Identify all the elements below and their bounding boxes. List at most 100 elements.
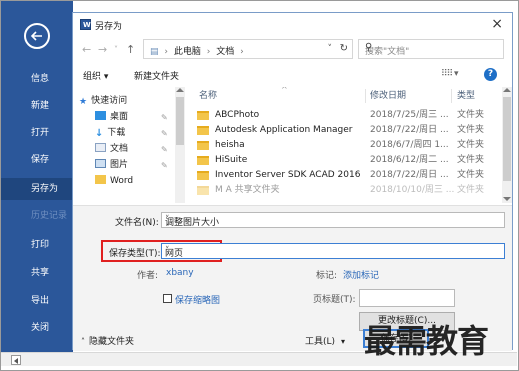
file-row[interactable]: HiSuite 2018/6/12/周二 ... 文件夹 — [189, 153, 502, 168]
tree-item-word[interactable]: Word — [95, 173, 185, 189]
filetype-select[interactable]: 网页 ˅ — [161, 243, 505, 259]
chevron-down-icon[interactable]: ˅ — [165, 215, 501, 225]
nav-save[interactable]: 保存 — [1, 149, 73, 171]
address-bar[interactable]: ▤ › 此电脑 › 文档 › ˅ ↻ — [143, 39, 353, 59]
help-icon[interactable]: ? — [484, 68, 497, 81]
organize-button[interactable]: 组织 ▾ — [83, 69, 108, 82]
file-date: 2018/6/7/周四 1... — [370, 140, 449, 150]
filename-field[interactable]: 调整图片大小 ˅ — [161, 212, 505, 228]
folder-icon — [197, 186, 209, 195]
file-name: M A 共享文件夹 — [215, 185, 280, 195]
tools-menu-button[interactable]: 工具(L) ▾ — [305, 334, 345, 347]
chevron-down-icon: ▾ — [341, 337, 346, 346]
nav-print[interactable]: 打印 — [1, 234, 73, 256]
scroll-up-icon[interactable] — [503, 88, 511, 92]
file-row[interactable]: M A 共享文件夹 2018/10/10/周三 ... 文件夹 — [189, 183, 502, 198]
address-dropdown-icon[interactable]: ˅ — [328, 44, 333, 54]
file-date: 2018/6/12/周二 ... — [370, 155, 449, 165]
tree-item-desktop[interactable]: 桌面 — [95, 109, 185, 125]
file-name: heisha — [215, 140, 245, 150]
file-type: 文件夹 — [457, 170, 485, 180]
breadcrumb-documents[interactable]: 文档 — [216, 47, 234, 57]
close-icon[interactable]: × — [491, 16, 503, 32]
breadcrumb-this-pc[interactable]: 此电脑 — [174, 47, 201, 57]
breadcrumb-separator-icon: › — [206, 47, 211, 57]
forward-nav-icon[interactable]: → — [98, 43, 107, 56]
folder-icon — [197, 156, 209, 165]
nav-open[interactable]: 打开 — [1, 122, 73, 144]
nav-close[interactable]: 关闭 — [1, 317, 73, 339]
sort-ascending-icon: ^ — [281, 87, 288, 94]
filename-label: 文件名(N): — [115, 218, 159, 228]
pin-icon[interactable]: ✎ — [161, 145, 168, 154]
file-date: 2018/7/22/周日 ... — [370, 170, 449, 180]
column-divider[interactable] — [365, 89, 366, 103]
scrollbar-thumb[interactable] — [176, 97, 184, 145]
file-name: HiSuite — [215, 155, 248, 165]
scroll-left-icon[interactable] — [11, 355, 21, 365]
file-type: 文件夹 — [457, 110, 485, 120]
tree-item-label: 下载 — [107, 128, 126, 138]
desktop-icon — [95, 111, 106, 120]
file-row[interactable]: Inventor Server SDK ACAD 2016 2018/7/22/… — [189, 168, 502, 183]
chevron-up-icon: ˄ — [81, 337, 85, 346]
filetype-label: 保存类型(T): — [109, 249, 161, 259]
nav-vertical-scrollbar[interactable] — [175, 87, 185, 203]
file-vertical-scrollbar[interactable] — [502, 87, 512, 203]
recent-dropdown-icon[interactable]: ˅ — [114, 45, 118, 54]
nav-share[interactable]: 共享 — [1, 262, 73, 284]
back-arrow-icon — [30, 31, 42, 41]
pin-icon[interactable]: ✎ — [161, 161, 168, 170]
nav-export[interactable]: 导出 — [1, 290, 73, 312]
tree-item-downloads[interactable]: ↓ 下载 — [95, 125, 185, 141]
dialog-titlebar: W 另存为 × — [73, 13, 512, 37]
tree-item-documents[interactable]: 文档 — [95, 141, 185, 157]
file-list: ^ 名称 修改日期 类型 ABCPhoto 2018/7/25/周三 ... 文… — [189, 87, 502, 203]
author-value[interactable]: xbany — [166, 268, 194, 278]
scroll-down-icon[interactable] — [503, 197, 511, 201]
tree-item-label: Word — [110, 176, 134, 186]
up-nav-icon[interactable]: ↑ — [126, 43, 135, 56]
column-header-date[interactable]: 修改日期 — [370, 87, 406, 105]
folder-icon — [197, 171, 209, 180]
nav-history[interactable]: 历史记录 — [1, 205, 73, 227]
back-nav-icon[interactable]: ← — [82, 43, 91, 56]
new-folder-button[interactable]: 新建文件夹 — [134, 69, 179, 82]
refresh-icon[interactable]: ↻ — [340, 43, 348, 54]
backstage-sidebar: 信息 新建 打开 保存 另存为 历史记录 打印 共享 导出 关闭 — [1, 1, 73, 352]
thumbnail-checkbox[interactable] — [163, 294, 172, 303]
file-row[interactable]: Autodesk Application Manager 2018/7/22/周… — [189, 123, 502, 138]
nav-info[interactable]: 信息 — [1, 68, 73, 90]
tree-item-label: 文档 — [110, 144, 129, 154]
tree-item-label: 图片 — [110, 160, 129, 170]
pin-icon[interactable]: ✎ — [161, 113, 168, 122]
watermark-logo: 最需教育 — [364, 322, 489, 360]
tree-item-quick-access[interactable]: ★ 快速访问 — [79, 93, 185, 109]
star-icon: ★ — [79, 97, 88, 107]
file-name: ABCPhoto — [215, 110, 260, 120]
scrollbar-thumb[interactable] — [503, 97, 511, 181]
view-options-icon[interactable]: ⠿⠿ ▾ — [441, 69, 459, 79]
column-header-name[interactable]: 名称 — [199, 87, 217, 105]
search-input[interactable]: 搜索"文档" ⚲ — [358, 39, 504, 59]
file-row[interactable]: heisha 2018/6/7/周四 1... 文件夹 — [189, 138, 502, 153]
file-row[interactable]: ABCPhoto 2018/7/25/周三 ... 文件夹 — [189, 108, 502, 123]
tags-value[interactable]: 添加标记 — [343, 268, 379, 281]
nav-save-as[interactable]: 另存为 — [1, 178, 73, 200]
breadcrumb-separator-icon: › — [164, 47, 168, 57]
nav-new[interactable]: 新建 — [1, 95, 73, 117]
author-label: 作者: — [137, 271, 159, 281]
thumbnail-checkbox-label[interactable]: 保存缩略图 — [175, 293, 220, 306]
page-title-field[interactable] — [359, 289, 455, 307]
scroll-up-icon[interactable] — [176, 88, 184, 92]
column-header-type[interactable]: 类型 — [457, 87, 475, 105]
column-divider[interactable] — [451, 89, 452, 103]
file-date: 2018/7/22/周日 ... — [370, 125, 449, 135]
pin-icon[interactable]: ✎ — [161, 129, 168, 138]
hide-folders-toggle[interactable]: ˄ 隐藏文件夹 — [81, 334, 134, 347]
tree-item-pictures[interactable]: 图片 — [95, 157, 185, 173]
back-button[interactable] — [24, 23, 50, 49]
chevron-down-icon[interactable]: ˅ — [165, 246, 501, 256]
word-app-icon: W — [80, 19, 91, 30]
search-icon: ⚲ — [365, 42, 373, 53]
